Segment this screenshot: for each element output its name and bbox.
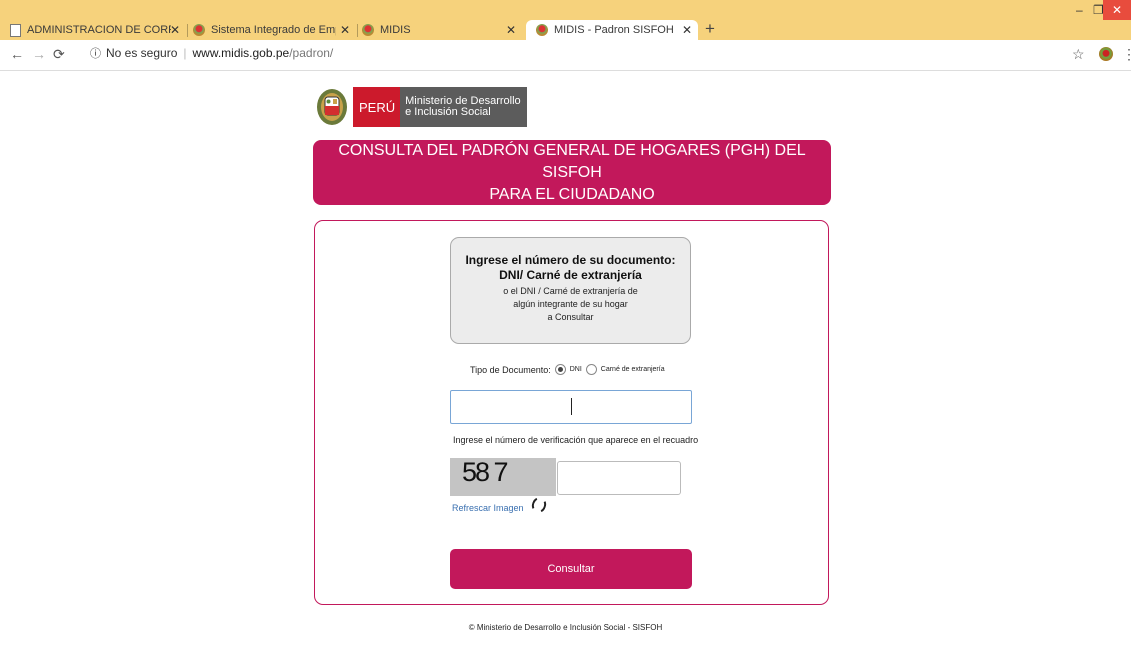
midis-shield-icon xyxy=(536,24,548,36)
forward-icon[interactable]: → xyxy=(32,46,46,62)
window-close-icon[interactable]: ✕ xyxy=(1103,0,1131,20)
url-path: /padron/ xyxy=(289,46,334,60)
instructions-box: Ingrese el número de su documento: DNI/ … xyxy=(450,237,691,344)
radio-carne-extranjeria[interactable] xyxy=(585,364,597,375)
captcha-text: 58 7 xyxy=(462,457,509,487)
security-label: No es seguro xyxy=(106,46,178,60)
reload-icon[interactable]: ⟳ xyxy=(53,46,65,63)
new-tab-icon[interactable]: + xyxy=(705,19,715,39)
document-number-input[interactable] xyxy=(450,390,692,424)
instructions-heading: Ingrese el número de su documento: xyxy=(465,253,676,267)
tab-close-icon[interactable]: ✕ xyxy=(340,23,350,37)
midis-shield-icon xyxy=(193,24,205,36)
document-type-selector: Tipo de Documento: DNI Carné de extranje… xyxy=(470,364,665,375)
captcha-input[interactable] xyxy=(557,461,681,495)
verification-label: Ingrese el número de verificación que ap… xyxy=(453,435,699,445)
tab-close-icon[interactable]: ✕ xyxy=(682,23,692,37)
back-icon[interactable]: ← xyxy=(10,46,24,62)
tab-administracion-correos[interactable]: ADMINISTRACION DE CORREOS ✕ xyxy=(10,20,186,40)
tab-divider xyxy=(357,24,358,37)
text-caret xyxy=(571,398,572,415)
bookmark-star-icon[interactable]: ☆ xyxy=(1072,46,1085,63)
tab-midis[interactable]: MIDIS ✕ xyxy=(362,20,522,40)
document-icon xyxy=(10,23,21,37)
consultar-button[interactable]: Consultar xyxy=(450,549,692,589)
midis-logo: PERÚ Ministerio de Desarrollo e Inclusió… xyxy=(315,87,527,127)
radio-carne-label[interactable]: Carné de extranjería xyxy=(601,366,665,373)
coat-of-arms-icon xyxy=(317,89,347,125)
footer-copyright: © Ministerio de Desarrollo e Inclusión S… xyxy=(468,623,663,632)
url-field[interactable]: ⓘ No es seguro | www.midis.gob.pe/padron… xyxy=(90,45,333,61)
radio-dni[interactable] xyxy=(554,364,566,375)
peru-label: PERÚ xyxy=(353,87,401,127)
tab-close-icon[interactable]: ✕ xyxy=(506,23,516,37)
tab-sistema-integrado[interactable]: Sistema Integrado de Empadronamiento ✕ xyxy=(193,20,356,40)
refresh-image-link[interactable]: Refrescar Imagen xyxy=(452,503,524,513)
minimize-icon[interactable]: – xyxy=(1076,3,1083,17)
menu-kebab-icon[interactable]: ⋮ xyxy=(1122,46,1131,63)
ministry-label: Ministerio de Desarrollo e Inclusión Soc… xyxy=(400,87,527,127)
midis-shield-icon xyxy=(362,24,374,36)
radio-dni-label[interactable]: DNI xyxy=(570,366,582,373)
document-type-label: Tipo de Documento: xyxy=(470,364,551,375)
tab-close-icon[interactable]: ✕ xyxy=(170,23,180,37)
captcha-image: 58 7 xyxy=(450,457,556,496)
extension-shield-icon[interactable] xyxy=(1099,47,1113,61)
info-icon[interactable]: ⓘ xyxy=(90,45,101,61)
page-title-banner: CONSULTA DEL PADRÓN GENERAL DE HOGARES (… xyxy=(313,140,831,205)
instructions-subheading: DNI/ Carné de extranjería xyxy=(499,268,642,282)
tab-divider xyxy=(187,24,188,37)
tab-midis-padron-sisfoh[interactable]: MIDIS - Padron SISFOH ✕ xyxy=(526,20,698,40)
url-host: www.midis.gob.pe xyxy=(192,46,290,60)
